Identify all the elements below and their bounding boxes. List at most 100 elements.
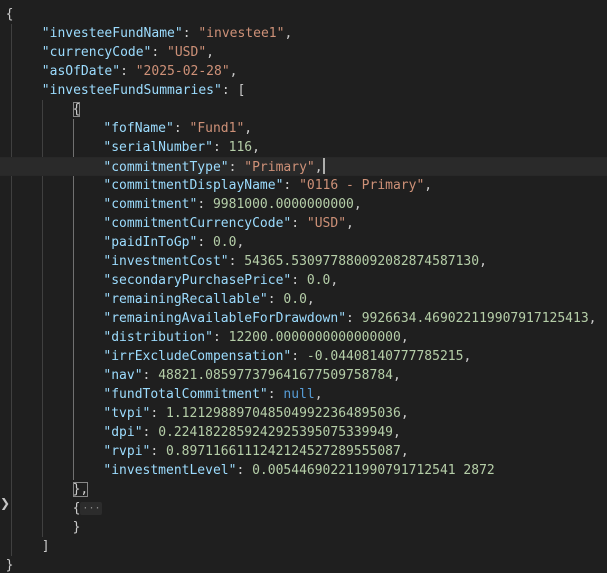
line-code: "remainingAvailableForDrawdown": 9926634… bbox=[103, 311, 597, 326]
json-comma: , bbox=[463, 349, 472, 364]
code-line[interactable]: "investeeFundName": "investee1", bbox=[0, 24, 607, 43]
json-comma: , bbox=[353, 197, 362, 212]
json-key: "investmentLevel" bbox=[103, 463, 237, 478]
json-key: "investeeFundName" bbox=[41, 26, 183, 41]
json-key: "asOfDate" bbox=[41, 64, 121, 79]
json-value: "2025-02-28" bbox=[135, 64, 230, 79]
code-line[interactable]: "secondaryPurchasePrice": 0.0, bbox=[0, 271, 607, 290]
json-comma: , bbox=[314, 387, 323, 402]
code-line[interactable]: "investeeFundSummaries": [ bbox=[0, 81, 607, 100]
json-key: "commitment" bbox=[103, 197, 198, 212]
code-line[interactable]: "investmentLevel": 0.0054469022119907917… bbox=[0, 461, 607, 480]
code-line[interactable]: "nav": 48821.085977379641677509758784, bbox=[0, 366, 607, 385]
json-comma: , bbox=[393, 425, 401, 440]
json-value: "0116 - Primary" bbox=[299, 178, 425, 193]
code-line[interactable]: "commitmentCurrencyCode": "USD", bbox=[0, 214, 607, 233]
code-line[interactable]: "serialNumber": 116, bbox=[0, 138, 607, 157]
json-value: 9926634.469022119907917125413 bbox=[361, 311, 589, 326]
json-comma: , bbox=[479, 254, 487, 269]
line-code: "commitment": 9981000.0000000000, bbox=[103, 197, 362, 212]
line-code: "secondaryPurchasePrice": 0.0, bbox=[103, 273, 339, 288]
json-comma: , bbox=[206, 45, 214, 60]
json-object-close: } bbox=[72, 520, 81, 535]
code-line[interactable]: "commitmentDisplayName": "0116 - Primary… bbox=[0, 176, 607, 195]
code-line[interactable]: } bbox=[0, 518, 607, 537]
json-comma: , bbox=[252, 140, 260, 155]
json-comma: , bbox=[400, 406, 409, 421]
line-code: "fundTotalCommitment": null, bbox=[103, 387, 323, 402]
json-object-open: { bbox=[72, 501, 81, 516]
code-line[interactable]: "commitment": 9981000.0000000000, bbox=[0, 195, 607, 214]
code-line[interactable]: "fofName": "Fund1", bbox=[0, 119, 607, 138]
json-value: "Primary" bbox=[244, 160, 315, 175]
json-comma: , bbox=[346, 216, 354, 231]
text-cursor bbox=[322, 158, 325, 174]
json-value: "investee1" bbox=[198, 26, 285, 41]
code-line[interactable]: } bbox=[0, 556, 607, 573]
line-code: "dpi": 0.2241822859242925395075339949, bbox=[103, 425, 401, 440]
code-line[interactable]: "paidInToGp": 0.0, bbox=[0, 233, 607, 252]
line-code: "investmentLevel": 0.0054469022119907917… bbox=[103, 463, 495, 478]
line-code: "distribution": 12200.0000000000000000, bbox=[103, 330, 409, 345]
json-key: "secondaryPurchasePrice" bbox=[103, 273, 292, 288]
json-key: "commitmentCurrencyCode" bbox=[103, 216, 292, 231]
json-comma: , bbox=[400, 444, 409, 459]
line-code: }, bbox=[72, 480, 89, 499]
json-comma: , bbox=[400, 330, 409, 345]
code-line[interactable]: "fundTotalCommitment": null, bbox=[0, 385, 607, 404]
json-value: 0.005446902211990791712541 2872 bbox=[252, 463, 495, 478]
code-line[interactable]: ] bbox=[0, 537, 607, 556]
json-value: 1.1212988970485049922364895036 bbox=[166, 406, 401, 421]
line-code: "irrExcludeCompensation": -0.04408140777… bbox=[103, 349, 472, 364]
json-comma: , bbox=[244, 121, 253, 136]
line-code: "currencyCode": "USD", bbox=[41, 45, 214, 60]
json-value: "USD" bbox=[167, 45, 207, 60]
code-line-collapsed[interactable]: {··· bbox=[0, 499, 607, 518]
json-editor[interactable]: ❯ {"investeeFundName": "investee1", "curr… bbox=[0, 0, 607, 573]
json-value: 0.2241822859242925395075339949 bbox=[158, 425, 393, 440]
code-line[interactable]: "remainingAvailableForDrawdown": 9926634… bbox=[0, 309, 607, 328]
json-value: null bbox=[283, 387, 315, 402]
json-key: "fofName" bbox=[103, 121, 174, 136]
code-line[interactable]: }, bbox=[0, 480, 607, 499]
line-code: "commitmentType": "Primary", bbox=[103, 158, 325, 175]
json-key: "rvpi" bbox=[103, 444, 151, 459]
json-comma: , bbox=[424, 178, 433, 193]
json-value: 48821.085977379641677509758784 bbox=[158, 368, 393, 383]
json-array-open: [ bbox=[237, 83, 246, 98]
line-code: "asOfDate": "2025-02-28", bbox=[41, 64, 238, 79]
code-line[interactable]: { bbox=[0, 100, 607, 119]
json-value: 9981000.0000000000 bbox=[212, 197, 354, 212]
code-line[interactable]: "currencyCode": "USD", bbox=[0, 43, 607, 62]
line-code: "investeeFundSummaries": [ bbox=[41, 83, 246, 98]
code-line-active[interactable]: "commitmentType": "Primary", bbox=[0, 157, 607, 176]
code-line[interactable]: "dpi": 0.2241822859242925395075339949, bbox=[0, 423, 607, 442]
line-code: "investmentCost": 54365.5309778800920828… bbox=[103, 254, 487, 269]
line-code: "remainingRecallable": 0.0, bbox=[103, 292, 315, 307]
json-key: "remainingAvailableForDrawdown" bbox=[103, 311, 347, 326]
json-comma: , bbox=[393, 368, 401, 383]
code-line[interactable]: "investmentCost": 54365.5309778800920828… bbox=[0, 252, 607, 271]
line-code: "investeeFundName": "investee1", bbox=[41, 26, 293, 41]
line-code: "paidInToGp": 0.0, bbox=[103, 235, 245, 250]
json-key: "fundTotalCommitment" bbox=[103, 387, 268, 402]
code-line[interactable]: "distribution": 12200.0000000000000000, bbox=[0, 328, 607, 347]
json-value: 0.0 bbox=[306, 273, 331, 288]
code-line[interactable]: { bbox=[0, 5, 607, 24]
code-line[interactable]: "remainingRecallable": 0.0, bbox=[0, 290, 607, 309]
json-value: "Fund1" bbox=[189, 121, 245, 136]
line-code: "fofName": "Fund1", bbox=[103, 121, 253, 136]
line-code: } bbox=[6, 556, 14, 573]
json-key: "remainingRecallable" bbox=[103, 292, 268, 307]
json-key: "investmentCost" bbox=[103, 254, 229, 269]
json-comma: , bbox=[229, 64, 238, 79]
json-close-brace: } bbox=[5, 558, 14, 573]
code-line[interactable]: "asOfDate": "2025-02-28", bbox=[0, 62, 607, 81]
code-line[interactable]: "tvpi": 1.1212988970485049922364895036, bbox=[0, 404, 607, 423]
json-value: 12200.0000000000000000 bbox=[228, 330, 401, 345]
json-key: "paidInToGp" bbox=[103, 235, 198, 250]
line-code: "rvpi": 0.8971166111242124527289555087, bbox=[103, 444, 409, 459]
code-line[interactable]: "rvpi": 0.8971166111242124527289555087, bbox=[0, 442, 607, 461]
collapsed-ellipsis-icon[interactable]: ··· bbox=[80, 502, 103, 515]
code-line[interactable]: "irrExcludeCompensation": -0.04408140777… bbox=[0, 347, 607, 366]
